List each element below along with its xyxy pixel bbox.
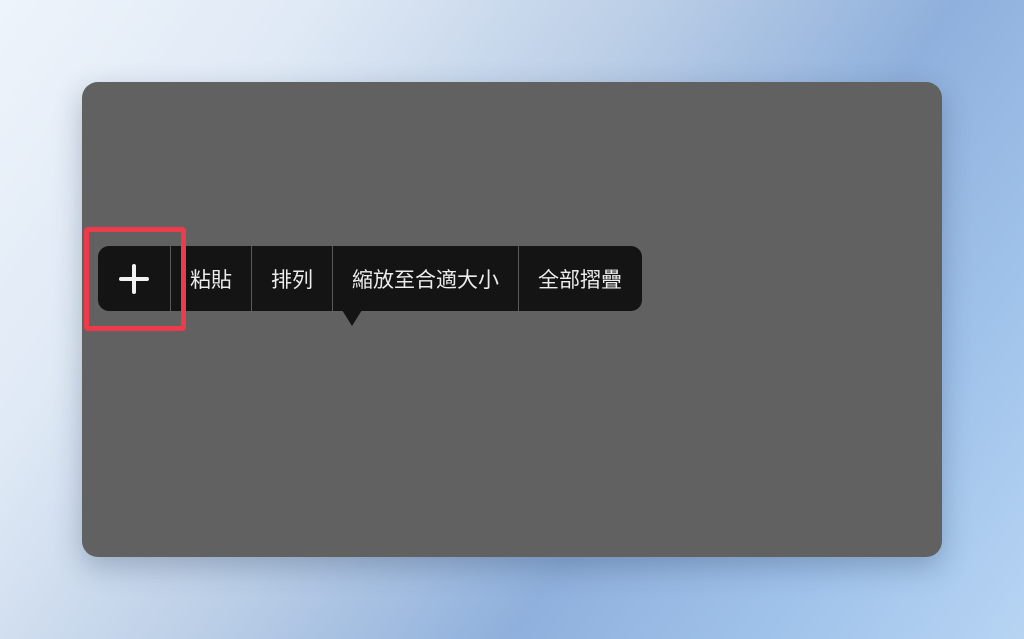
plus-icon <box>119 263 149 294</box>
add-button[interactable] <box>98 246 170 311</box>
context-menu: 粘貼 排列 縮放至合適大小 全部摺疊 <box>98 246 642 311</box>
collapse-all-menu-item[interactable]: 全部摺疊 <box>518 246 642 311</box>
menu-pointer-arrow <box>342 310 362 326</box>
arrange-menu-item[interactable]: 排列 <box>251 246 332 311</box>
canvas-area[interactable] <box>82 82 942 557</box>
paste-menu-item[interactable]: 粘貼 <box>170 246 251 311</box>
zoom-to-fit-menu-item[interactable]: 縮放至合適大小 <box>332 246 518 311</box>
